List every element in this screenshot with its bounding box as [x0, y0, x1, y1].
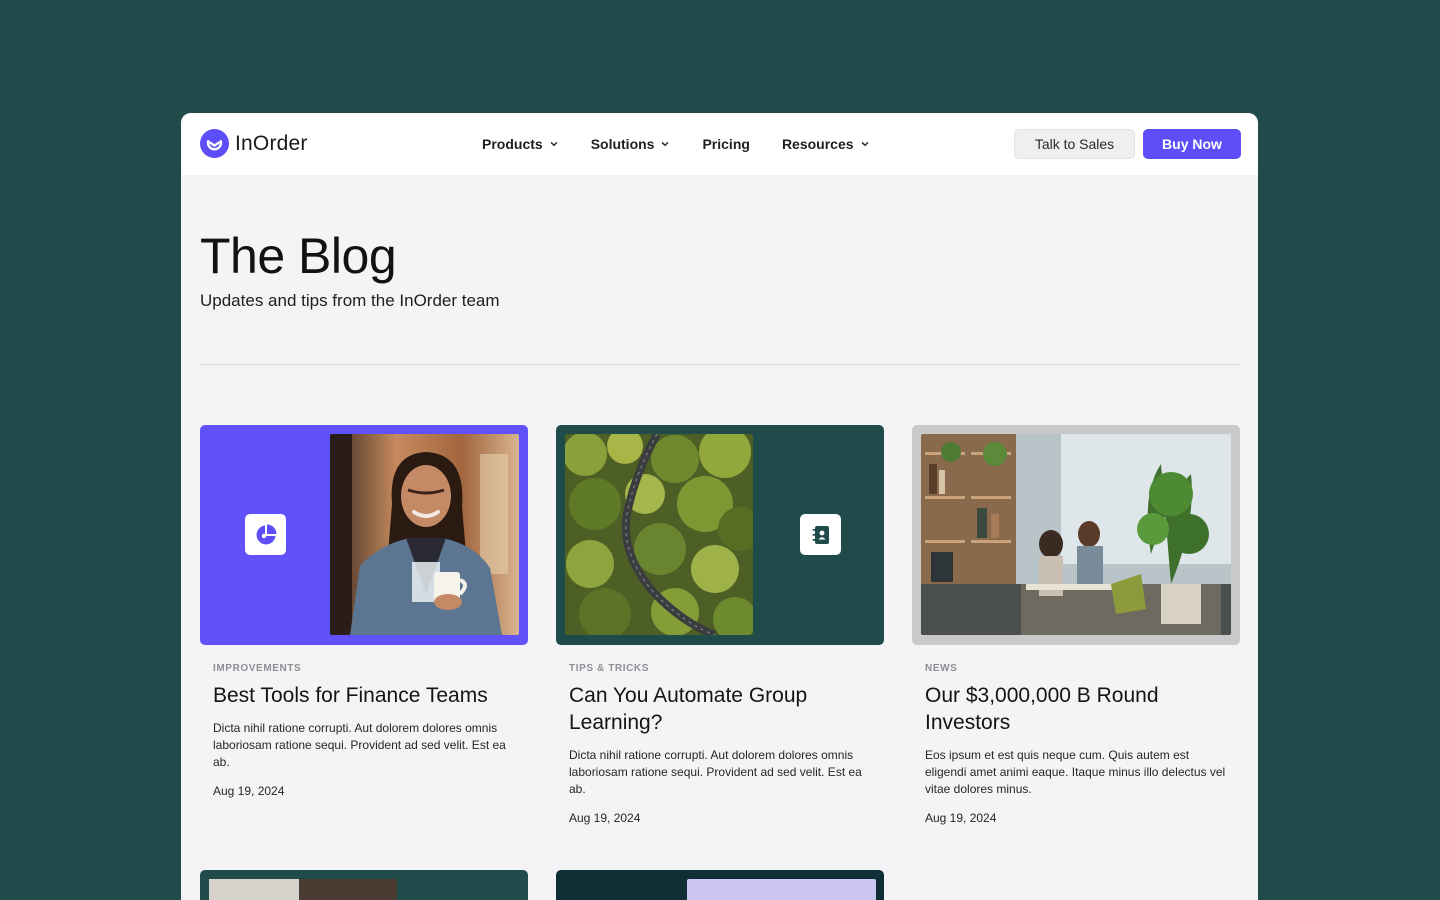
- browser-window: InOrder Products Solutions Pricing Resou…: [181, 113, 1258, 900]
- page-title: The Blog: [200, 228, 397, 284]
- blog-card[interactable]: IMPROVEMENTS Best Tools for Finance Team…: [200, 425, 529, 798]
- card-cover[interactable]: [200, 425, 528, 645]
- contact-book-icon: [812, 525, 829, 544]
- card-title[interactable]: Best Tools for Finance Teams: [213, 682, 516, 709]
- nav-item-label: Solutions: [590, 136, 655, 152]
- main-menu: Products Solutions Pricing Resources: [482, 113, 902, 175]
- cover-illustration-partial: [687, 879, 876, 900]
- cover-photo-partial: [209, 879, 397, 900]
- card-excerpt: Eos ipsum et est quis neque cum. Quis au…: [925, 748, 1226, 796]
- brand-name: InOrder: [235, 131, 308, 155]
- nav-item-label: Pricing: [702, 136, 750, 152]
- card-title[interactable]: Our $3,000,000 B Round Investors: [925, 682, 1228, 736]
- photo-shadow: [299, 879, 397, 900]
- card-cover[interactable]: [912, 425, 1240, 645]
- card-category: NEWS: [925, 663, 958, 674]
- card-body: TIPS & TRICKS Can You Automate Group Lea…: [556, 663, 885, 825]
- forest-road-aerial-photo: [565, 434, 753, 635]
- chevron-down-icon: [662, 142, 669, 147]
- card-excerpt: Dicta nihil ratione corrupti. Aut dolore…: [213, 721, 506, 769]
- section-divider: [200, 364, 1241, 365]
- blog-card-cover-partial[interactable]: [556, 870, 884, 900]
- card-date: Aug 19, 2024: [569, 811, 641, 825]
- top-navigation: InOrder Products Solutions Pricing Resou…: [181, 113, 1258, 175]
- blog-card[interactable]: NEWS Our $3,000,000 B Round Investors Eo…: [912, 425, 1241, 825]
- card-icon-tile: [245, 514, 286, 555]
- nav-item-label: Products: [482, 136, 543, 152]
- talk-to-sales-button[interactable]: Talk to Sales: [1014, 129, 1135, 159]
- chevron-down-icon: [861, 142, 868, 147]
- card-category: IMPROVEMENTS: [213, 663, 302, 674]
- person-with-mug-photo: [330, 434, 519, 635]
- chevron-down-icon: [550, 142, 557, 147]
- nav-item-solutions[interactable]: Solutions: [591, 136, 671, 152]
- nav-item-pricing[interactable]: Pricing: [702, 136, 749, 152]
- blog-card-cover-partial[interactable]: [200, 870, 528, 900]
- card-date: Aug 19, 2024: [925, 811, 997, 825]
- nav-item-products[interactable]: Products: [482, 136, 559, 152]
- card-date: Aug 19, 2024: [213, 784, 285, 798]
- card-cover[interactable]: [556, 425, 884, 645]
- pie-chart-icon: [256, 524, 276, 544]
- card-category: TIPS & TRICKS: [569, 663, 650, 674]
- card-icon-tile: [800, 514, 841, 555]
- nav-item-resources[interactable]: Resources: [782, 136, 870, 152]
- page-subtitle: Updates and tips from the InOrder team: [200, 291, 500, 310]
- brand-logo[interactable]: InOrder: [200, 129, 308, 158]
- card-title[interactable]: Can You Automate Group Learning?: [569, 682, 872, 736]
- office-team-photo: [921, 434, 1231, 635]
- blog-card[interactable]: TIPS & TRICKS Can You Automate Group Lea…: [556, 425, 885, 825]
- nav-item-label: Resources: [781, 136, 854, 152]
- buy-now-button[interactable]: Buy Now: [1143, 129, 1241, 159]
- card-body: NEWS Our $3,000,000 B Round Investors Eo…: [912, 663, 1241, 825]
- card-body: IMPROVEMENTS Best Tools for Finance Team…: [200, 663, 529, 798]
- card-excerpt: Dicta nihil ratione corrupti. Aut dolore…: [569, 748, 862, 796]
- inorder-logo-icon: [200, 129, 229, 158]
